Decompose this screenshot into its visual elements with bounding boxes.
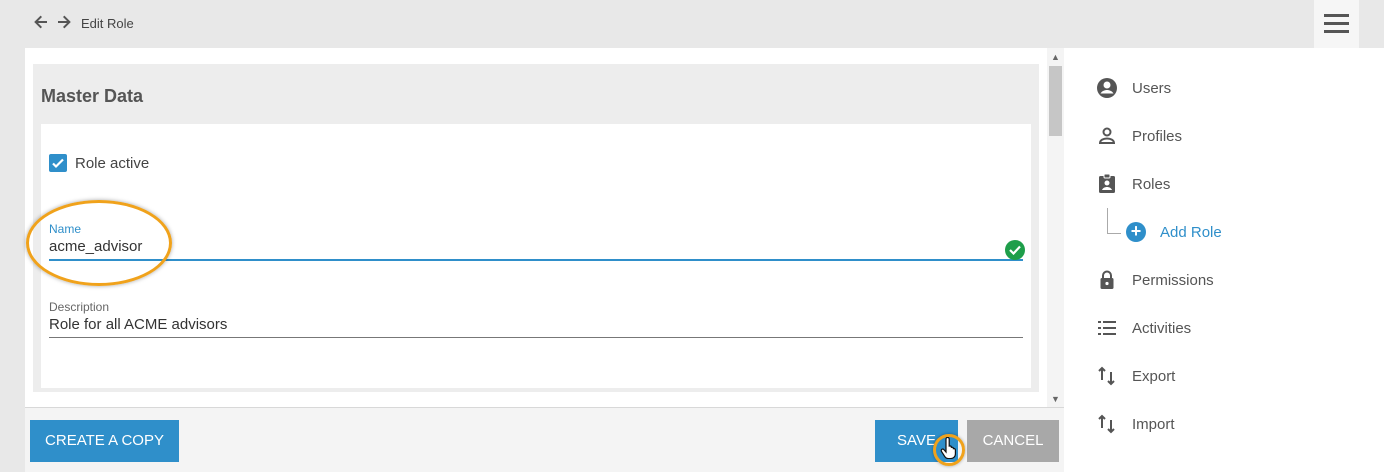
vertical-scrollbar[interactable]: ▲ ▼ — [1047, 48, 1064, 408]
sidebar-item-label: Import — [1132, 416, 1175, 433]
description-field: Description — [49, 300, 1023, 338]
swap-vertical-icon — [1096, 365, 1118, 387]
scroll-up-icon[interactable]: ▲ — [1047, 50, 1064, 64]
scrollbar-thumb[interactable] — [1049, 66, 1062, 136]
hamburger-menu-icon[interactable] — [1314, 0, 1359, 48]
main-content: Master Data Role active Name Description — [25, 48, 1064, 408]
form-footer: CREATE A COPY SAVE CANCEL — [25, 407, 1064, 472]
sidebar: Users Profiles Roles Permissions Activit… — [1064, 48, 1384, 472]
sidebar-item-label: Permissions — [1132, 272, 1214, 289]
account-circle-icon — [1096, 77, 1118, 99]
breadcrumb: Edit Role — [81, 16, 134, 31]
check-circle-icon — [1005, 240, 1025, 260]
sidebar-item-label: Activities — [1132, 320, 1192, 337]
swap-vertical-icon — [1096, 413, 1118, 435]
name-field-label: Name — [49, 222, 82, 236]
top-bar: Edit Role — [0, 0, 1384, 48]
lock-icon — [1096, 269, 1118, 291]
name-input[interactable] — [49, 236, 1023, 261]
add-circle-icon: + — [1126, 222, 1146, 242]
sidebar-subitem-label: Add Role — [1160, 224, 1222, 241]
person-outline-icon — [1096, 125, 1118, 147]
sidebar-item-label: Profiles — [1132, 128, 1183, 145]
arrow-left-icon[interactable] — [32, 14, 50, 34]
checkbox-checked-icon[interactable] — [49, 154, 67, 172]
clipboard-account-icon — [1096, 173, 1118, 195]
sidebar-item-label: Users — [1132, 80, 1172, 97]
description-field-label: Description — [49, 300, 110, 314]
sidebar-item-label: Roles — [1132, 176, 1171, 193]
role-active-label: Role active — [75, 155, 150, 172]
sidebar-item-label: Export — [1132, 368, 1176, 385]
create-copy-button[interactable]: CREATE A COPY — [30, 420, 179, 462]
scroll-down-icon[interactable]: ▼ — [1047, 392, 1064, 406]
cancel-button[interactable]: CANCEL — [967, 420, 1059, 462]
master-data-card: Role active Name Description — [41, 124, 1031, 388]
list-icon — [1096, 317, 1118, 339]
name-field: Name — [49, 222, 1025, 261]
tree-connector — [1107, 208, 1121, 234]
left-gutter — [0, 48, 25, 472]
arrow-right-icon[interactable] — [55, 14, 73, 34]
panel-title: Master Data — [41, 86, 144, 106]
master-data-panel: Master Data Role active Name Description — [33, 64, 1039, 392]
save-button[interactable]: SAVE — [875, 420, 958, 462]
description-input[interactable] — [49, 314, 1023, 338]
